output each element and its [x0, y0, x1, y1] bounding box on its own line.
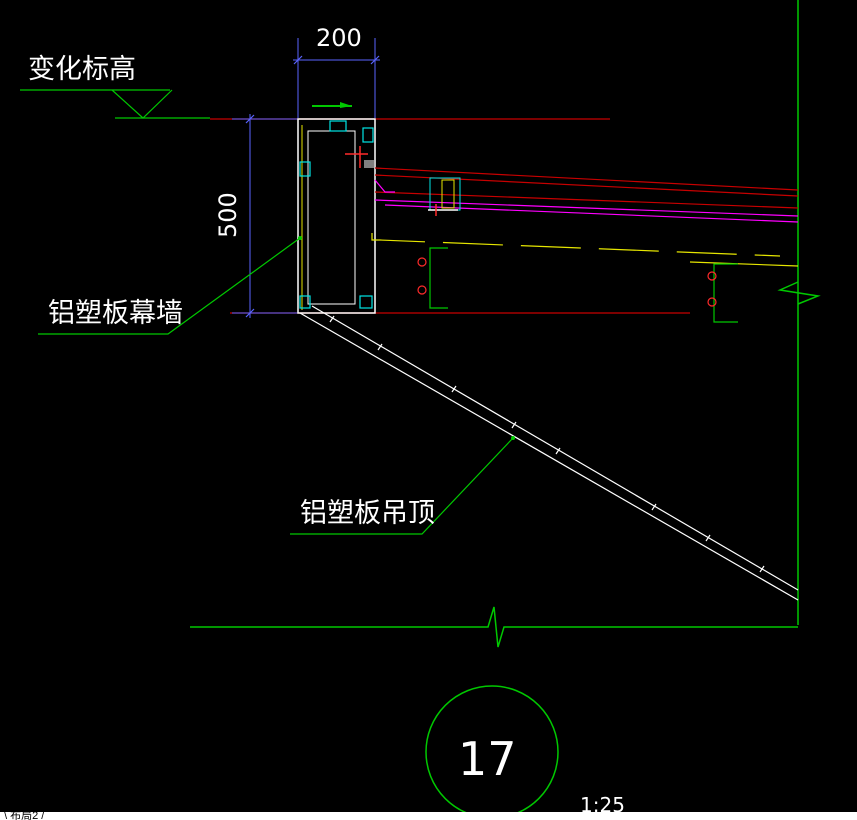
cad-drawing-canvas[interactable]: 变化标高 200 500 铝塑板幕墙 铝塑板吊顶 17 1:25: [0, 0, 857, 812]
detail-scale: 1:25: [580, 793, 625, 812]
layout-tab-bar: \ 布局2 /: [0, 812, 857, 820]
right-break-symbol: [777, 281, 821, 305]
dim-height-text: 500: [214, 192, 242, 238]
curtain-wall-label: 铝塑板幕墙: [48, 298, 183, 329]
purlin-right: [707, 263, 738, 323]
roof-lines: [374, 167, 799, 223]
ceiling-label: 铝塑板吊顶: [300, 498, 435, 529]
elevation-label: 变化标高: [28, 54, 136, 85]
sloped-ceiling: [299, 305, 799, 601]
purlin-line-2: [689, 261, 799, 267]
box-fasteners: [299, 120, 374, 309]
bottom-break-line: [190, 606, 798, 648]
connector-block: [364, 160, 374, 168]
elevation-triangle: [111, 89, 173, 119]
dim-width-text: 200: [316, 24, 362, 52]
purlin-left: [417, 247, 448, 309]
ceiling-leader-dot: [511, 436, 515, 440]
purlin-line: [371, 233, 781, 257]
detail-number: 17: [458, 732, 517, 786]
curtain-wall-leader-dot: [298, 236, 302, 240]
curtain-wall-outer: [297, 118, 376, 314]
curtain-wall-inner: [307, 130, 356, 305]
layout-tab[interactable]: \ 布局2 /: [0, 812, 44, 820]
roof-bracket: [428, 177, 461, 216]
